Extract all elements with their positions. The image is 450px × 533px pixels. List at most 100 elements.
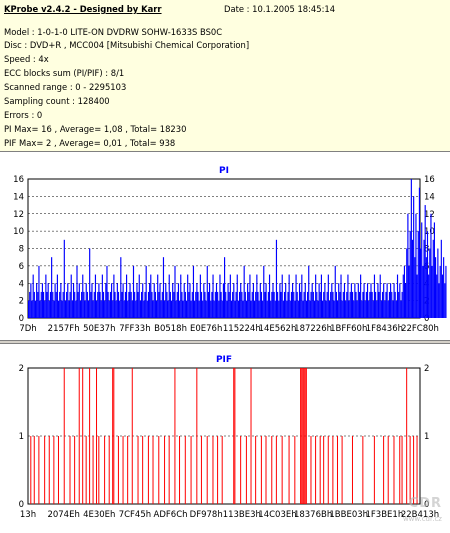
pi-bar — [334, 265, 336, 318]
pi-bar — [132, 265, 135, 318]
pi-bar — [179, 300, 181, 318]
pi-bar — [350, 283, 352, 318]
pi-bar — [418, 187, 420, 318]
pi-bar — [308, 265, 310, 318]
pi-bar — [116, 283, 118, 318]
pi-bar — [271, 291, 273, 318]
pi-bar — [316, 291, 318, 318]
pi-bar — [153, 283, 155, 318]
pif-bar — [104, 436, 106, 504]
pi-bar — [200, 291, 203, 318]
pi-bar — [99, 291, 101, 318]
pi-bar — [247, 283, 249, 318]
pif-bar — [164, 436, 166, 504]
pi-bar — [390, 283, 392, 318]
pi-bar — [380, 300, 382, 318]
pif-bar — [131, 368, 133, 504]
pif-x-tick-label: 1F3BE1h — [366, 510, 404, 520]
pi-bar — [51, 257, 53, 318]
pi-bar — [338, 283, 340, 318]
pi-bar — [310, 291, 312, 318]
pi-bar — [54, 283, 56, 318]
pi-bar — [429, 248, 431, 318]
pi-bar — [101, 274, 103, 318]
pi-bar — [377, 283, 379, 318]
pi-bar — [413, 196, 415, 318]
pi-bar — [82, 274, 84, 318]
pi-bar — [92, 300, 94, 318]
pi-y-tick-label-right: 14 — [424, 192, 435, 202]
pi-bar — [214, 291, 216, 318]
pi-bar — [323, 291, 325, 318]
pi-bar — [331, 283, 333, 318]
pif-bar — [300, 368, 302, 504]
pi-bar — [386, 283, 388, 318]
pif-bar — [44, 436, 46, 504]
pi-bar — [409, 231, 411, 318]
pi-bar — [237, 300, 239, 318]
pi-chart-panel: PI002244668810101212141416167Dh2157Fh50E… — [0, 154, 450, 340]
pi-bar — [292, 283, 294, 318]
pif-bar — [98, 436, 100, 504]
pi-chart: PI002244668810101212141416167Dh2157Fh50E… — [13, 166, 447, 334]
pi-bar — [376, 300, 378, 318]
pif-bar — [142, 436, 144, 504]
pif-bar — [190, 436, 192, 504]
pif-bar — [63, 368, 65, 504]
pif-bar — [351, 436, 353, 504]
pi-bar — [117, 291, 120, 318]
pi-bar — [408, 265, 410, 318]
pi-bar — [230, 300, 233, 318]
pi-x-tick-label: E0E76h — [190, 324, 222, 334]
pif-bar — [122, 436, 124, 504]
pif-y-tick-label: 0 — [19, 500, 24, 510]
pi-bar — [207, 291, 210, 318]
pi-bar — [112, 300, 114, 318]
pi-bar — [40, 291, 42, 318]
pif-bar — [174, 368, 176, 504]
pi-bar — [296, 291, 298, 318]
pif-bar — [327, 436, 329, 504]
pi-bar — [120, 257, 122, 318]
pi-bar — [275, 239, 278, 318]
pi-bar — [388, 291, 391, 318]
pif-bar — [158, 436, 160, 504]
pif-bar — [33, 436, 35, 504]
pi-x-tick-label: 7Dh — [19, 324, 36, 334]
pi-bar — [278, 300, 280, 318]
pi-bar — [288, 274, 290, 318]
pi-bar — [102, 291, 105, 318]
pi-bar — [287, 291, 289, 318]
pi-y-tick-label: 10 — [13, 227, 24, 237]
pi-bar — [259, 283, 261, 318]
pi-bar — [410, 179, 412, 318]
pi-bar — [98, 283, 100, 318]
pi-bar — [425, 257, 427, 318]
pi-bar — [399, 283, 401, 318]
pif-bar — [147, 436, 149, 504]
pi-bar — [424, 205, 426, 318]
pi-bar — [281, 274, 283, 318]
pi-bar — [190, 300, 192, 318]
pi-bar — [77, 291, 79, 318]
pi-x-tick-label: 7FF33h — [119, 324, 150, 334]
pi-bar — [114, 291, 116, 318]
pi-bar — [253, 300, 256, 318]
pi-bar — [439, 265, 441, 318]
pi-bar — [159, 283, 161, 318]
pif-bar — [96, 368, 98, 504]
pi-bar — [348, 300, 350, 318]
pi-bar — [63, 239, 65, 318]
pi-bar — [280, 291, 282, 318]
pi-bar — [392, 300, 394, 318]
pif-bar — [255, 436, 257, 504]
pi-bar — [243, 265, 245, 318]
pi-bar — [428, 274, 430, 318]
pi-bar — [441, 274, 444, 318]
pi-bar — [353, 300, 355, 318]
pi-bar — [184, 291, 186, 318]
pi-bar — [46, 291, 48, 318]
pi-bar — [381, 291, 384, 318]
pi-bar — [395, 300, 397, 318]
pi-bar — [28, 300, 30, 318]
